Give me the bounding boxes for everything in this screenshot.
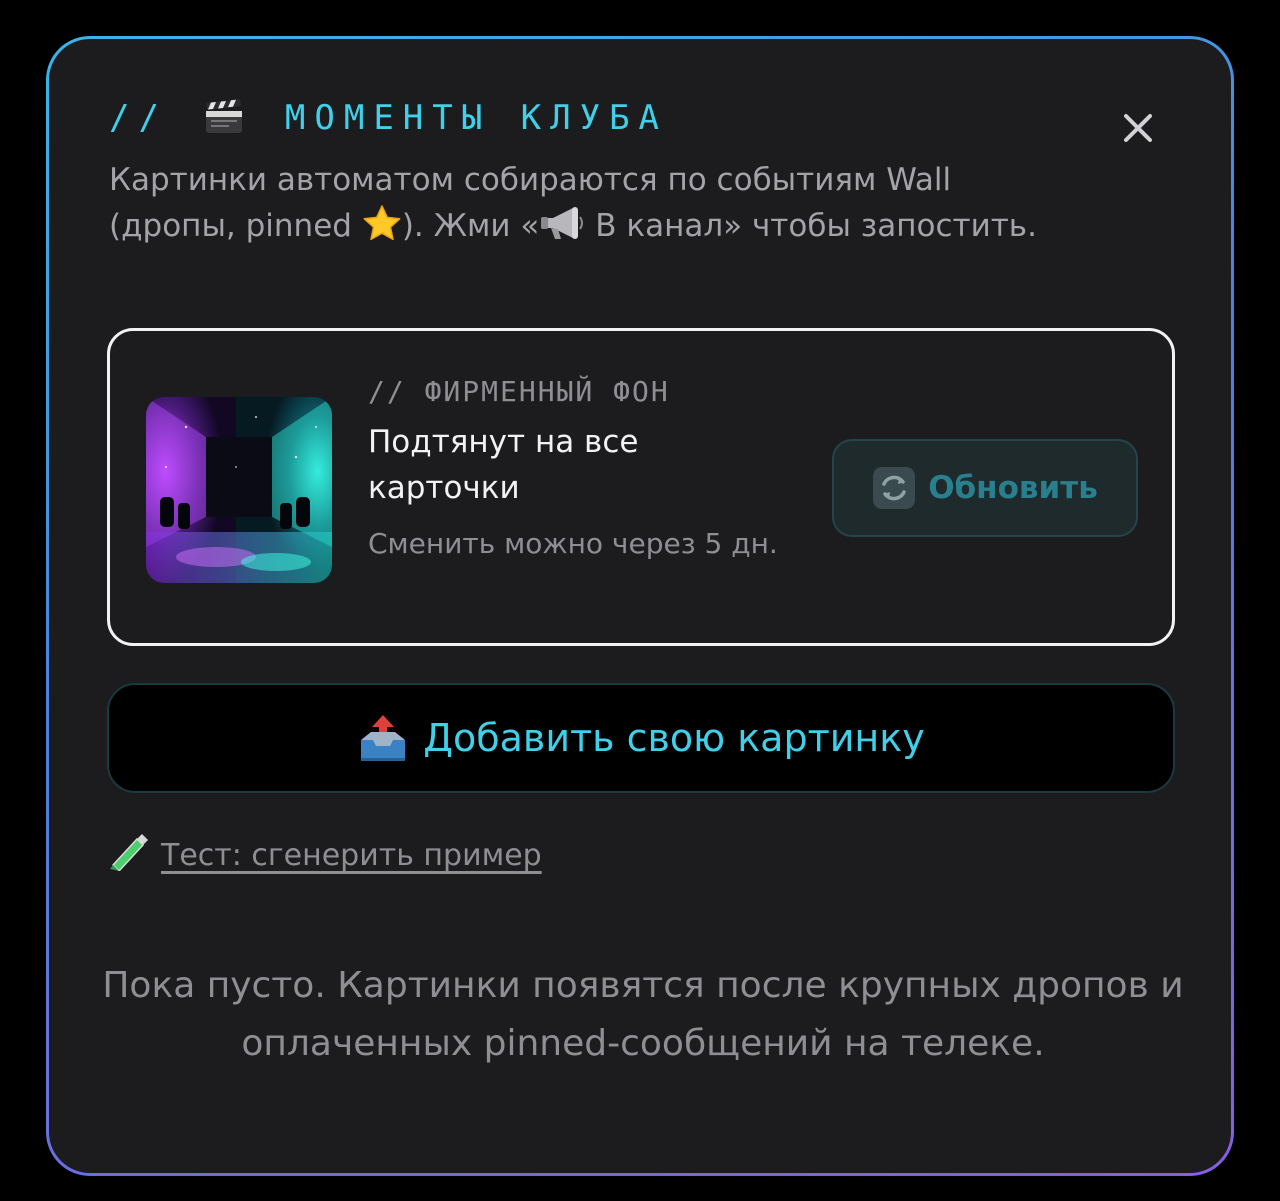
description-part2: ). Жми « xyxy=(401,208,540,244)
refresh-icon xyxy=(873,467,916,509)
refresh-button[interactable]: Обновить xyxy=(832,439,1138,537)
close-icon[interactable] xyxy=(1121,111,1155,145)
description: Картинки автоматом собираются по события… xyxy=(109,157,1039,249)
title-prefix: // xyxy=(109,98,168,138)
brand-background-card: // ФИРМЕННЫЙ ФОН Подтянут на все карточк… xyxy=(107,328,1175,646)
card-title: Подтянут на все карточки xyxy=(368,424,639,506)
add-image-button[interactable]: Добавить свою картинку xyxy=(107,683,1175,793)
title-text: МОМЕНТЫ КЛУБА xyxy=(284,98,669,138)
test-tube-icon xyxy=(110,834,148,871)
outbox-tray-icon xyxy=(361,715,406,761)
empty-state-text: Пока пусто. Картинки появятся после круп… xyxy=(102,965,1184,1064)
add-image-label: Добавить свою картинку xyxy=(423,716,925,760)
modal-title: // МОМЕНТЫ КЛУБА xyxy=(109,97,668,138)
background-thumbnail xyxy=(146,397,332,583)
modal-frame: // МОМЕНТЫ КЛУБА Картинки автоматом соби… xyxy=(46,36,1234,1176)
megaphone-icon xyxy=(541,207,584,239)
description-part3: В канал» чтобы запостить. xyxy=(585,208,1037,244)
refresh-button-label: Обновить xyxy=(928,470,1098,506)
test-generate-link[interactable]: Тест: сгенерить пример xyxy=(107,831,542,873)
test-link-label: Тест: сгенерить пример xyxy=(161,838,542,873)
moments-modal: // МОМЕНТЫ КЛУБА Картинки автоматом соби… xyxy=(49,39,1231,1173)
card-tag: // ФИРМЕННЫЙ ФОН xyxy=(368,375,670,408)
clapperboard-icon xyxy=(206,99,243,133)
card-note: Сменить можно через 5 дн. xyxy=(368,527,778,560)
star-icon xyxy=(363,205,401,241)
